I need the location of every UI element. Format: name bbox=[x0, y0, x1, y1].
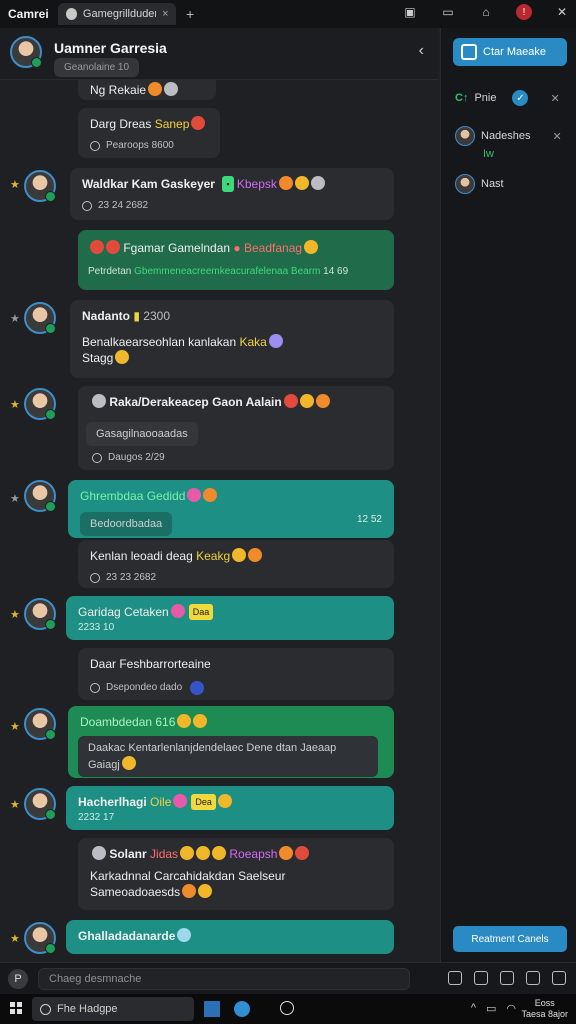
contact-avatar[interactable] bbox=[10, 36, 42, 68]
alert-icon[interactable]: ! bbox=[516, 4, 532, 20]
tab-label: Gamegrillduderx bbox=[82, 8, 157, 20]
star-icon[interactable]: ★ bbox=[10, 932, 20, 945]
window-icon[interactable]: ▭ bbox=[440, 4, 456, 20]
message-bubble[interactable]: Daar Feshbarrorteaine Dsepondeo dado bbox=[78, 648, 394, 700]
message-bubble[interactable]: Ghalladadanarde bbox=[66, 920, 394, 954]
panel-item[interactable]: C↑ Pnie ✓ ✕ bbox=[455, 90, 560, 106]
clock-icon bbox=[92, 453, 102, 463]
message-input[interactable]: Chaeg desmnache bbox=[38, 968, 410, 990]
star-icon[interactable]: ★ bbox=[10, 798, 20, 811]
sender-avatar[interactable] bbox=[24, 388, 56, 420]
clock-icon bbox=[90, 141, 100, 151]
browser-tab[interactable]: Gamegrillduderx × bbox=[58, 3, 176, 25]
app-title: Camrei bbox=[8, 7, 49, 21]
start-chat-button[interactable]: Ctar Maeake bbox=[453, 38, 567, 66]
panel-item[interactable]: Nast bbox=[455, 174, 504, 194]
screenshot-icon[interactable]: ▣ bbox=[402, 4, 418, 20]
title-bar: Camrei Gamegrillduderx × + ▣ ▭ ⌂ ! ✕ bbox=[0, 0, 576, 28]
star-icon[interactable]: ★ bbox=[10, 398, 20, 411]
message-bubble[interactable]: Doambdedan 616 Daakac Kentarlenlanjdende… bbox=[68, 706, 394, 778]
check-icon[interactable]: ✓ bbox=[512, 90, 529, 106]
panel-item-sub: Iw bbox=[483, 148, 494, 160]
clock-icon bbox=[90, 573, 100, 583]
system-tray: ^ ▭ ◠ bbox=[471, 1002, 516, 1015]
message-quote: Daakac Kentarlenlanjdendelaec Dene dtan … bbox=[88, 742, 337, 754]
clock-icon bbox=[82, 201, 92, 211]
chevron-up-icon[interactable]: ^ bbox=[471, 1002, 476, 1015]
tab-close-icon[interactable]: × bbox=[162, 8, 168, 20]
emoji-icon[interactable] bbox=[448, 971, 462, 985]
message-bubble[interactable]: Solanr Jidas Roeapsh Karkadnnal Carcahid… bbox=[78, 838, 394, 910]
message-list[interactable]: Ng Rekaie Darg Dreas Sanep Pearoops 8600… bbox=[0, 80, 438, 962]
avatar bbox=[455, 174, 475, 194]
battery-icon[interactable]: ▭ bbox=[486, 1002, 496, 1015]
sender-avatar[interactable] bbox=[24, 922, 56, 954]
message-bubble[interactable]: Darg Dreas Sanep Pearoops 8600 bbox=[78, 108, 220, 158]
close-icon[interactable]: ✕ bbox=[553, 130, 562, 143]
sender-avatar[interactable] bbox=[24, 708, 56, 740]
attach-button[interactable]: P bbox=[8, 969, 28, 989]
taskbar-app-icon[interactable] bbox=[204, 1001, 220, 1017]
image-icon[interactable] bbox=[474, 971, 488, 985]
message-quote: Bedoordbadaa bbox=[80, 512, 173, 536]
contact-status: Geanolaine 10 bbox=[54, 58, 140, 77]
star-icon[interactable]: ★ bbox=[10, 312, 20, 325]
star-icon[interactable]: ★ bbox=[10, 608, 20, 621]
message-bubble[interactable]: Kenlan leoadi deag Keakg 23 23 2682 bbox=[78, 540, 394, 588]
sender-avatar[interactable] bbox=[24, 170, 56, 202]
star-icon[interactable]: ★ bbox=[10, 492, 20, 505]
message-bubble[interactable]: Fgamar Gamelndan ● Beadfanag Petrdetan G… bbox=[78, 230, 394, 290]
message-bubble[interactable]: Raka/Derakeacep Gaon Aalain Gasagilnaooa… bbox=[78, 386, 394, 470]
chat-icon bbox=[461, 44, 477, 60]
new-tab-button[interactable]: + bbox=[186, 6, 194, 22]
chevron-left-icon[interactable]: ‹ bbox=[419, 42, 424, 60]
sender-avatar[interactable] bbox=[24, 598, 56, 630]
message-bubble[interactable]: Nadanto ▮ 2300 Benalkaearseohlan kanlaka… bbox=[70, 300, 394, 378]
taskbar: Fhe Hadgpe ^ ▭ ◠ Eoss Taesa 8ajor bbox=[0, 994, 576, 1024]
taskbar-app-icon[interactable] bbox=[234, 1001, 250, 1017]
bottom-action-button[interactable]: Reatment Canels bbox=[453, 926, 567, 952]
star-icon[interactable]: ★ bbox=[10, 720, 20, 733]
taskbar-clock[interactable]: Eoss Taesa 8ajor bbox=[521, 998, 568, 1020]
start-button[interactable] bbox=[10, 1002, 22, 1014]
taskbar-app-icon[interactable] bbox=[280, 1001, 294, 1015]
sender-avatar[interactable] bbox=[24, 788, 56, 820]
close-window-icon[interactable]: ✕ bbox=[554, 4, 570, 20]
chat-header: Uamner Garresia Geanolaine 10 ‹ bbox=[0, 28, 438, 80]
search-icon bbox=[40, 1003, 51, 1015]
home-icon[interactable]: ⌂ bbox=[478, 4, 494, 20]
close-icon[interactable]: ✕ bbox=[550, 92, 559, 105]
contact-name: Uamner Garresia bbox=[54, 40, 167, 56]
clock-icon bbox=[90, 683, 100, 693]
right-panel: Ctar Maeake C↑ Pnie ✓ ✕ Nadeshes ✕ Iw Na… bbox=[440, 28, 576, 962]
tab-favicon-icon bbox=[66, 8, 77, 20]
wifi-icon[interactable]: ◠ bbox=[506, 1002, 516, 1015]
message-bubble[interactable]: Ghrembdaa Gedidd Bedoordbadaa 12 52 bbox=[68, 480, 394, 538]
message-quote: Gasagilnaooaadas bbox=[86, 422, 198, 446]
message-bubble[interactable]: Hacherlhagi Oile Dea 2232 17 bbox=[66, 786, 394, 830]
star-icon[interactable]: ★ bbox=[10, 178, 20, 191]
taskbar-search[interactable]: Fhe Hadgpe bbox=[32, 997, 194, 1021]
message-bubble[interactable]: Waldkar Kam Gaskeyer ▪ Kbepsk 23 24 2682 bbox=[70, 168, 394, 220]
sender-avatar[interactable] bbox=[24, 302, 56, 334]
mic-icon[interactable] bbox=[526, 971, 540, 985]
message-bubble[interactable]: Garidag Cetaken Daa 2233 10 bbox=[66, 596, 394, 640]
panel-item[interactable]: Nadeshes ✕ bbox=[455, 126, 562, 146]
avatar bbox=[455, 126, 475, 146]
sender-avatar[interactable] bbox=[24, 480, 56, 512]
message-bubble[interactable]: Ng Rekaie bbox=[78, 80, 216, 100]
message-composer: P Chaeg desmnache bbox=[0, 962, 576, 994]
gif-icon[interactable] bbox=[500, 971, 514, 985]
more-icon[interactable] bbox=[552, 971, 566, 985]
